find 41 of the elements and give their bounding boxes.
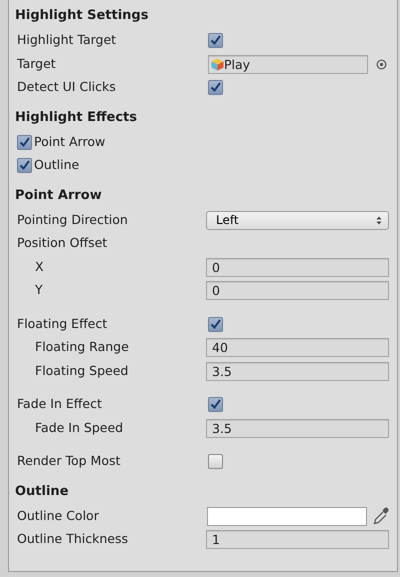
field-label: Pointing Direction <box>17 212 128 227</box>
checkbox[interactable] <box>208 316 223 332</box>
dropdown[interactable]: Left <box>206 210 389 230</box>
number-field[interactable]: 0 <box>206 281 389 300</box>
field-label: Y <box>35 282 43 298</box>
field-label: Floating Speed <box>35 362 128 378</box>
checkbox[interactable] <box>208 80 223 96</box>
field-label: Outline Thickness <box>17 531 128 546</box>
field-label: Render Top Most <box>17 453 120 468</box>
field-label: Fade In Speed <box>35 420 124 435</box>
checkbox[interactable] <box>17 134 32 150</box>
checkbox[interactable] <box>17 158 32 174</box>
number-field[interactable]: 0 <box>206 258 389 277</box>
picker-icon <box>376 58 387 70</box>
section-title: Point Arrow <box>15 186 103 204</box>
up-down-caret-icon <box>376 216 382 225</box>
number-field[interactable]: 1 <box>206 530 389 550</box>
section-title: Highlight Settings <box>15 7 150 25</box>
field-label: Detect UI Clicks <box>17 79 116 94</box>
field-label: Target <box>17 56 56 71</box>
field-label: Highlight Target <box>17 32 116 48</box>
toggle-label: Point Arrow <box>34 132 106 151</box>
color-field[interactable] <box>207 506 367 526</box>
section-title: Outline <box>15 482 70 500</box>
number-field[interactable]: 40 <box>206 338 389 358</box>
field-label: Floating Effect <box>17 316 108 331</box>
eyedropper-icon <box>373 507 389 526</box>
field-label: Outline Color <box>17 508 99 523</box>
number-field[interactable]: 3.5 <box>206 418 389 438</box>
field-label: Fade In Effect <box>17 396 102 412</box>
checkbox[interactable] <box>208 33 223 48</box>
toggle-label: Outline <box>34 156 80 174</box>
object-field[interactable]: Play <box>208 54 368 74</box>
number-field[interactable]: 3.5 <box>206 362 389 381</box>
cube-icon <box>211 58 224 71</box>
field-label: Floating Range <box>35 339 129 354</box>
field-label: Position Offset <box>17 235 108 250</box>
field-label: X <box>35 258 44 274</box>
checkbox[interactable] <box>208 454 223 470</box>
section-title: Highlight Effects <box>15 108 138 126</box>
checkbox[interactable] <box>208 397 223 412</box>
